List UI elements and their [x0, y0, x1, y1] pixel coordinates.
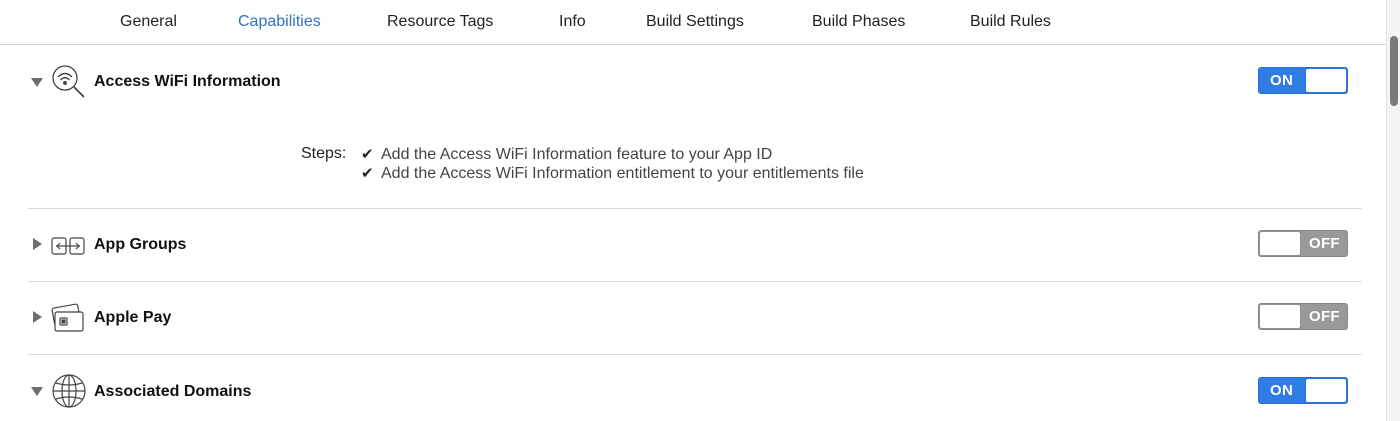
tab-info[interactable]: Info	[559, 13, 586, 31]
step-text: Add the Access WiFi Information feature …	[381, 146, 773, 163]
capability-title: Apple Pay	[94, 309, 172, 326]
wifi-search-icon	[50, 62, 88, 100]
checkmark-icon: ✔	[361, 146, 374, 163]
tab-build-settings[interactable]: Build Settings	[646, 13, 744, 31]
capability-apple-pay: Apple Pay OFF	[0, 282, 1386, 354]
disclosure-triangle-expanded-icon[interactable]	[30, 75, 44, 89]
toggle-knob	[1260, 232, 1300, 255]
toggle-state-label: OFF	[1309, 235, 1340, 252]
disclosure-triangle-expanded-icon[interactable]	[30, 384, 44, 398]
step-text: Add the Access WiFi Information entitlem…	[381, 165, 864, 182]
toggle-state-label: ON	[1270, 72, 1294, 89]
app-groups-icon	[50, 227, 88, 265]
capability-access-wifi: Access WiFi Information ON Steps: ✔ Add t…	[0, 45, 1386, 208]
toggle-knob	[1260, 305, 1300, 328]
app-groups-toggle[interactable]: OFF	[1258, 230, 1348, 257]
associated-domains-toggle[interactable]: ON	[1258, 377, 1348, 404]
toggle-state-label: OFF	[1309, 308, 1340, 325]
capability-app-groups: App Groups OFF	[0, 209, 1386, 281]
access-wifi-toggle[interactable]: ON	[1258, 67, 1348, 94]
steps-label: Steps:	[301, 145, 347, 162]
tab-resource-tags[interactable]: Resource Tags	[387, 13, 493, 31]
tab-general[interactable]: General	[120, 13, 177, 31]
capability-title: Access WiFi Information	[94, 73, 281, 90]
checkmark-icon: ✔	[361, 165, 374, 182]
scrollbar-thumb[interactable]	[1390, 36, 1398, 106]
step-item: ✔ Add the Access WiFi Information entitle…	[361, 164, 864, 183]
capabilities-list: Access WiFi Information ON Steps: ✔ Add t…	[0, 45, 1386, 421]
capability-title: App Groups	[94, 236, 187, 253]
disclosure-triangle-collapsed-icon[interactable]	[30, 310, 44, 324]
vertical-scrollbar[interactable]	[1386, 0, 1400, 421]
toggle-knob	[1306, 69, 1346, 92]
globe-icon	[50, 372, 88, 410]
apple-pay-toggle[interactable]: OFF	[1258, 303, 1348, 330]
capability-title: Associated Domains	[94, 383, 252, 400]
apple-pay-cards-icon	[50, 299, 88, 337]
toggle-knob	[1306, 379, 1346, 402]
tab-build-rules[interactable]: Build Rules	[970, 13, 1051, 31]
tab-build-phases[interactable]: Build Phases	[812, 13, 905, 31]
disclosure-triangle-collapsed-icon[interactable]	[30, 237, 44, 251]
toggle-state-label: ON	[1270, 382, 1294, 399]
step-item: ✔ Add the Access WiFi Information feature…	[361, 145, 772, 164]
tab-capabilities[interactable]: Capabilities	[238, 13, 321, 31]
tab-bar: General Capabilities Resource Tags Info …	[0, 0, 1386, 45]
capability-associated-domains: Associated Domains ON	[0, 355, 1386, 421]
